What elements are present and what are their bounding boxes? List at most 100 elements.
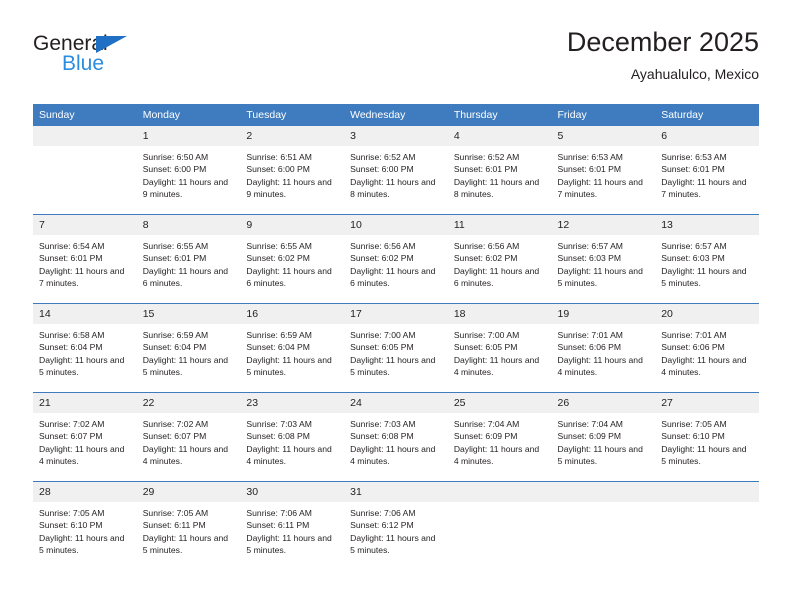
daylight-text: Daylight: 11 hours and 4 minutes.: [39, 443, 125, 467]
calendar-day-cell[interactable]: 31 Sunrise: 7:06 AM Sunset: 6:12 PM Dayligh…: [344, 481, 448, 570]
weekday-header-sunday: Sunday: [33, 104, 137, 126]
day-number: 16: [240, 304, 345, 324]
sunset-text: Sunset: 6:09 PM: [453, 431, 518, 442]
calendar-day-cell[interactable]: 21 Sunrise: 7:02 AM Sunset: 6:07 PM Dayligh…: [33, 392, 137, 482]
daylight-text: Daylight: 11 hours and 5 minutes.: [39, 532, 125, 556]
daylight-text: Daylight: 11 hours and 5 minutes.: [557, 443, 643, 467]
calendar-day-cell[interactable]: 28 Sunrise: 7:05 AM Sunset: 6:10 PM Dayligh…: [33, 481, 137, 570]
calendar-week-row: 14 Sunrise: 6:58 AM Sunset: 6:04 PM Dayligh…: [33, 303, 759, 393]
calendar-day-cell[interactable]: 12 Sunrise: 6:57 AM Sunset: 6:03 PM Dayligh…: [551, 214, 656, 304]
calendar-cell-empty: [33, 126, 137, 215]
calendar-day-cell[interactable]: 17 Sunrise: 7:00 AM Sunset: 6:05 PM Dayligh…: [344, 303, 448, 393]
daylight-text: Daylight: 11 hours and 8 minutes.: [453, 176, 540, 200]
calendar-day-cell[interactable]: 7 Sunrise: 6:54 AM Sunset: 6:01 PM Daylight…: [33, 214, 137, 304]
day-number: 23: [240, 393, 345, 413]
weekday-header-friday: Friday: [551, 104, 656, 126]
weekday-header-saturday: Saturday: [655, 104, 759, 126]
sunrise-text: Sunrise: 7:05 AM: [39, 508, 105, 518]
day-number: 13: [655, 215, 759, 235]
calendar-day-cell[interactable]: 5 Sunrise: 6:53 AM Sunset: 6:01 PM Daylight…: [551, 126, 656, 215]
page-title: December 2025: [566, 27, 759, 57]
day-number: 11: [447, 215, 552, 235]
calendar-day-cell[interactable]: 19 Sunrise: 7:01 AM Sunset: 6:06 PM Dayligh…: [551, 303, 656, 393]
day-number: [447, 482, 552, 502]
sunrise-text: Sunrise: 6:52 AM: [350, 152, 416, 162]
sunrise-text: Sunrise: 7:04 AM: [453, 419, 520, 429]
calendar-day-cell[interactable]: 24 Sunrise: 7:03 AM Sunset: 6:08 PM Dayligh…: [344, 392, 448, 482]
sunset-text: Sunset: 6:10 PM: [661, 431, 725, 442]
calendar-day-cell[interactable]: 23 Sunrise: 7:03 AM Sunset: 6:08 PM Dayligh…: [240, 392, 345, 482]
day-sun-info: Sunrise: 6:55 AM Sunset: 6:01 PM Daylight:…: [137, 235, 241, 290]
daylight-text: Daylight: 11 hours and 6 minutes.: [246, 265, 332, 289]
day-number: 15: [136, 304, 241, 324]
day-sun-info: Sunrise: 6:53 AM Sunset: 6:01 PM Daylight:…: [552, 146, 656, 201]
day-number: 29: [136, 482, 241, 502]
calendar-day-cell[interactable]: 11 Sunrise: 6:56 AM Sunset: 6:02 PM Dayligh…: [447, 214, 552, 304]
calendar-day-cell[interactable]: 9 Sunrise: 6:55 AM Sunset: 6:02 PM Daylight…: [240, 214, 345, 304]
calendar-day-cell[interactable]: 22 Sunrise: 7:02 AM Sunset: 6:07 PM Dayligh…: [136, 392, 241, 482]
day-sun-info: Sunrise: 6:53 AM Sunset: 6:01 PM Daylight:…: [655, 146, 759, 201]
day-sun-info: Sunrise: 7:01 AM Sunset: 6:06 PM Daylight:…: [552, 324, 656, 379]
day-number: 27: [655, 393, 759, 413]
calendar-day-cell[interactable]: 25 Sunrise: 7:04 AM Sunset: 6:09 PM Dayligh…: [447, 392, 552, 482]
day-sun-info: Sunrise: 7:05 AM Sunset: 6:11 PM Daylight:…: [137, 502, 241, 557]
day-sun-info: Sunrise: 7:06 AM Sunset: 6:11 PM Daylight:…: [240, 502, 344, 557]
sunset-text: Sunset: 6:09 PM: [557, 431, 622, 442]
sunrise-text: Sunrise: 7:05 AM: [661, 419, 727, 429]
calendar-day-cell[interactable]: 14 Sunrise: 6:58 AM Sunset: 6:04 PM Dayligh…: [33, 303, 137, 393]
calendar-day-cell[interactable]: 29 Sunrise: 7:05 AM Sunset: 6:11 PM Dayligh…: [136, 481, 241, 570]
sunset-text: Sunset: 6:01 PM: [453, 164, 518, 175]
logo-text-blue: Blue: [62, 52, 105, 75]
calendar-day-cell[interactable]: 16 Sunrise: 6:59 AM Sunset: 6:04 PM Dayligh…: [240, 303, 345, 393]
calendar-day-cell[interactable]: 26 Sunrise: 7:04 AM Sunset: 6:09 PM Dayligh…: [551, 392, 656, 482]
day-number: 24: [344, 393, 448, 413]
day-number: 18: [447, 304, 552, 324]
daylight-text: Daylight: 11 hours and 5 minutes.: [246, 354, 332, 378]
day-sun-info: Sunrise: 7:02 AM Sunset: 6:07 PM Daylight:…: [137, 413, 241, 468]
sunset-text: Sunset: 6:00 PM: [350, 164, 414, 175]
sunset-text: Sunset: 6:02 PM: [350, 253, 414, 264]
calendar-day-cell[interactable]: 15 Sunrise: 6:59 AM Sunset: 6:04 PM Dayligh…: [136, 303, 241, 393]
day-sun-info: Sunrise: 6:50 AM Sunset: 6:00 PM Daylight:…: [137, 146, 241, 201]
sunset-text: Sunset: 6:12 PM: [350, 520, 414, 531]
day-sun-info: Sunrise: 7:02 AM Sunset: 6:07 PM Daylight:…: [33, 413, 137, 468]
day-number: 6: [655, 126, 759, 146]
calendar-day-cell[interactable]: 3 Sunrise: 6:52 AM Sunset: 6:00 PM Daylight…: [344, 126, 448, 215]
calendar-day-cell[interactable]: 13 Sunrise: 6:57 AM Sunset: 6:03 PM Dayligh…: [655, 214, 759, 304]
title-block: December 2025 Ayahualulco, Mexico: [567, 26, 759, 84]
day-number: 19: [551, 304, 656, 324]
weekday-header-wednesday: Wednesday: [344, 104, 448, 126]
calendar-day-cell[interactable]: 6 Sunrise: 6:53 AM Sunset: 6:01 PM Daylight…: [655, 126, 759, 215]
day-number: [33, 126, 137, 146]
sunset-text: Sunset: 6:08 PM: [350, 431, 414, 442]
calendar-day-cell[interactable]: 27 Sunrise: 7:05 AM Sunset: 6:10 PM Dayligh…: [655, 392, 759, 482]
day-sun-info: Sunrise: 6:52 AM Sunset: 6:01 PM Daylight:…: [448, 146, 552, 201]
day-number: 4: [447, 126, 552, 146]
calendar-day-cell[interactable]: 2 Sunrise: 6:51 AM Sunset: 6:00 PM Daylight…: [240, 126, 345, 215]
sunrise-text: Sunrise: 6:54 AM: [39, 241, 105, 251]
day-number: 17: [344, 304, 448, 324]
day-sun-info: Sunrise: 7:04 AM Sunset: 6:09 PM Daylight:…: [448, 413, 552, 468]
weekday-header-tuesday: Tuesday: [240, 104, 345, 126]
calendar-day-cell[interactable]: 10 Sunrise: 6:56 AM Sunset: 6:02 PM Dayligh…: [344, 214, 448, 304]
day-sun-info: Sunrise: 6:59 AM Sunset: 6:04 PM Daylight:…: [137, 324, 241, 379]
calendar-day-cell[interactable]: 8 Sunrise: 6:55 AM Sunset: 6:01 PM Daylight…: [136, 214, 241, 304]
sunset-text: Sunset: 6:10 PM: [39, 520, 103, 531]
daylight-text: Daylight: 11 hours and 5 minutes.: [557, 265, 643, 289]
day-sun-info: Sunrise: 6:54 AM Sunset: 6:01 PM Daylight:…: [33, 235, 137, 290]
sunrise-text: Sunrise: 6:52 AM: [453, 152, 520, 162]
sunset-text: Sunset: 6:01 PM: [39, 253, 103, 264]
day-number: 3: [344, 126, 448, 146]
calendar-week-row: 1 Sunrise: 6:50 AM Sunset: 6:00 PM Daylight…: [33, 126, 759, 215]
calendar-day-cell[interactable]: 20 Sunrise: 7:01 AM Sunset: 6:06 PM Dayligh…: [655, 303, 759, 393]
sunset-text: Sunset: 6:01 PM: [557, 164, 622, 175]
daylight-text: Daylight: 11 hours and 6 minutes.: [453, 265, 540, 289]
calendar-day-cell[interactable]: 1 Sunrise: 6:50 AM Sunset: 6:00 PM Daylight…: [136, 126, 241, 215]
calendar-day-cell[interactable]: 4 Sunrise: 6:52 AM Sunset: 6:01 PM Daylight…: [447, 126, 552, 215]
calendar-day-cell[interactable]: 30 Sunrise: 7:06 AM Sunset: 6:11 PM Dayligh…: [240, 481, 345, 570]
calendar-cell-empty: [551, 481, 656, 570]
sunrise-text: Sunrise: 7:02 AM: [39, 419, 105, 429]
calendar-day-cell[interactable]: 18 Sunrise: 7:00 AM Sunset: 6:05 PM Dayligh…: [447, 303, 552, 393]
sunrise-text: Sunrise: 6:51 AM: [246, 152, 312, 162]
day-sun-info: Sunrise: 7:00 AM Sunset: 6:05 PM Daylight:…: [448, 324, 552, 379]
